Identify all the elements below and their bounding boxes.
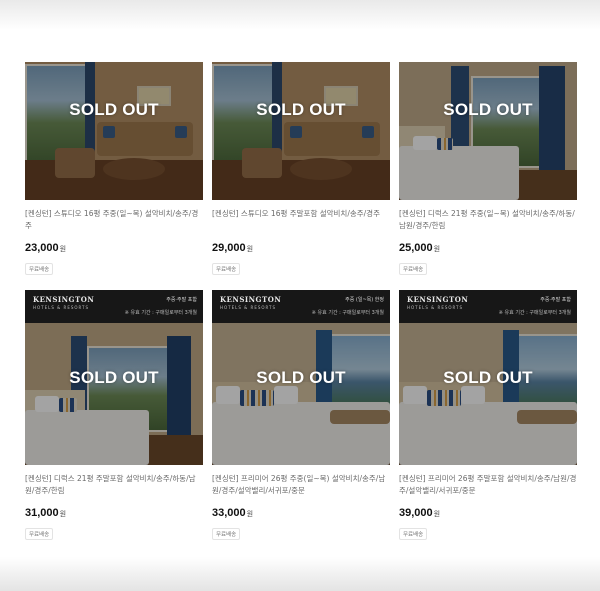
price-unit: 원 [59, 246, 67, 253]
product-price: 33,000원 [212, 503, 390, 521]
sold-out-label: SOLD OUT [256, 100, 346, 119]
product-image-living-room[interactable]: SOLD OUT [25, 62, 203, 200]
price-unit: 원 [433, 246, 441, 253]
product-grid: SOLD OUT [켄싱턴] 스튜디오 16평 주중(일~목) 설악비치/송주/… [25, 62, 577, 540]
banner-validity: ※ 유효 기간 : 구매일로부터 3개월 [124, 310, 197, 316]
product-price: 25,000원 [399, 238, 577, 256]
shipping-badge: 무료배송 [212, 528, 241, 540]
bottom-gradient [0, 557, 600, 591]
product-title[interactable]: [켄싱턴] 디럭스 21평 주말포함 설악비치/송주/하동/남원/경주/한림 [25, 473, 203, 497]
price-value: 31,000 [25, 507, 59, 519]
product-price: 29,000원 [212, 238, 390, 256]
price-unit: 원 [433, 511, 441, 518]
price-unit: 원 [246, 511, 254, 518]
product-image-living-room[interactable]: SOLD OUT [212, 62, 390, 200]
brand-banner: KENSINGTON HOTELS & RESORTS 주중 (일~목) 한정 … [212, 290, 390, 323]
product-card[interactable]: KENSINGTON HOTELS & RESORTS 주중·주말 포함 ※ 유… [25, 290, 203, 540]
banner-validity: ※ 유효 기간 : 구매일로부터 3개월 [498, 310, 571, 316]
product-price: 23,000원 [25, 238, 203, 256]
brand-logo: KENSINGTON [33, 295, 95, 304]
sold-out-label: SOLD OUT [443, 100, 533, 119]
banner-promo: 주중·주말 포함 [166, 297, 197, 303]
product-title[interactable]: [켄싱턴] 프리미어 26평 주중(일~목) 설악비치/송주/남원/경주/설악밸… [212, 473, 390, 497]
price-value: 29,000 [212, 242, 246, 254]
brand-subtitle: HOTELS & RESORTS [220, 305, 277, 310]
price-value: 25,000 [399, 242, 433, 254]
brand-banner: KENSINGTON HOTELS & RESORTS 주중·주말 포함 ※ 유… [25, 290, 203, 323]
price-unit: 원 [246, 246, 254, 253]
product-card[interactable]: SOLD OUT [켄싱턴] 스튜디오 16평 주말포함 설악비치/송주/경주 … [212, 62, 390, 275]
product-image-bedroom[interactable]: KENSINGTON HOTELS & RESORTS 주중·주말 포함 ※ 유… [25, 290, 203, 465]
product-price: 39,000원 [399, 503, 577, 521]
banner-promo: 주중·주말 포함 [540, 297, 571, 303]
shipping-badge: 무료배송 [212, 263, 241, 275]
sold-out-label: SOLD OUT [69, 368, 159, 387]
shipping-badge: 무료배송 [399, 263, 428, 275]
sold-out-label: SOLD OUT [443, 368, 533, 387]
price-value: 23,000 [25, 242, 59, 254]
sold-out-label: SOLD OUT [69, 100, 159, 119]
price-value: 33,000 [212, 507, 246, 519]
brand-subtitle: HOTELS & RESORTS [407, 305, 464, 310]
product-card[interactable]: KENSINGTON HOTELS & RESORTS 주중 (일~목) 한정 … [212, 290, 390, 540]
shipping-badge: 무료배송 [399, 528, 428, 540]
product-card[interactable]: KENSINGTON HOTELS & RESORTS 주중·주말 포함 ※ 유… [399, 290, 577, 540]
shipping-badge: 무료배송 [25, 263, 54, 275]
product-price: 31,000원 [25, 503, 203, 521]
product-title[interactable]: [켄싱턴] 스튜디오 16평 주중(일~목) 설악비치/송주/경주 [25, 208, 203, 232]
product-title[interactable]: [켄싱턴] 프리미어 26평 주말포함 설악비치/송주/남원/경주/설악밸리/서… [399, 473, 577, 497]
brand-logo: KENSINGTON [220, 295, 282, 304]
product-title[interactable]: [켄싱턴] 디럭스 21평 주중(일~목) 설악비치/송주/하동/남원/경주/한… [399, 208, 577, 232]
price-unit: 원 [59, 511, 67, 518]
product-card[interactable]: SOLD OUT [켄싱턴] 디럭스 21평 주중(일~목) 설악비치/송주/하… [399, 62, 577, 275]
brand-banner: KENSINGTON HOTELS & RESORTS 주중·주말 포함 ※ 유… [399, 290, 577, 323]
product-image-bedroom[interactable]: SOLD OUT [399, 62, 577, 200]
product-title[interactable]: [켄싱턴] 스튜디오 16평 주말포함 설악비치/송주/경주 [212, 208, 390, 232]
product-image-premier-bedroom[interactable]: KENSINGTON HOTELS & RESORTS 주중 (일~목) 한정 … [212, 290, 390, 465]
price-value: 39,000 [399, 507, 433, 519]
shipping-badge: 무료배송 [25, 528, 54, 540]
banner-promo: 주중 (일~목) 한정 [345, 297, 384, 303]
top-gradient [0, 0, 600, 30]
product-card[interactable]: SOLD OUT [켄싱턴] 스튜디오 16평 주중(일~목) 설악비치/송주/… [25, 62, 203, 275]
sold-out-label: SOLD OUT [256, 368, 346, 387]
brand-subtitle: HOTELS & RESORTS [33, 305, 90, 310]
product-image-premier-bedroom[interactable]: KENSINGTON HOTELS & RESORTS 주중·주말 포함 ※ 유… [399, 290, 577, 465]
banner-validity: ※ 유효 기간 : 구매일로부터 3개월 [311, 310, 384, 316]
brand-logo: KENSINGTON [407, 295, 469, 304]
